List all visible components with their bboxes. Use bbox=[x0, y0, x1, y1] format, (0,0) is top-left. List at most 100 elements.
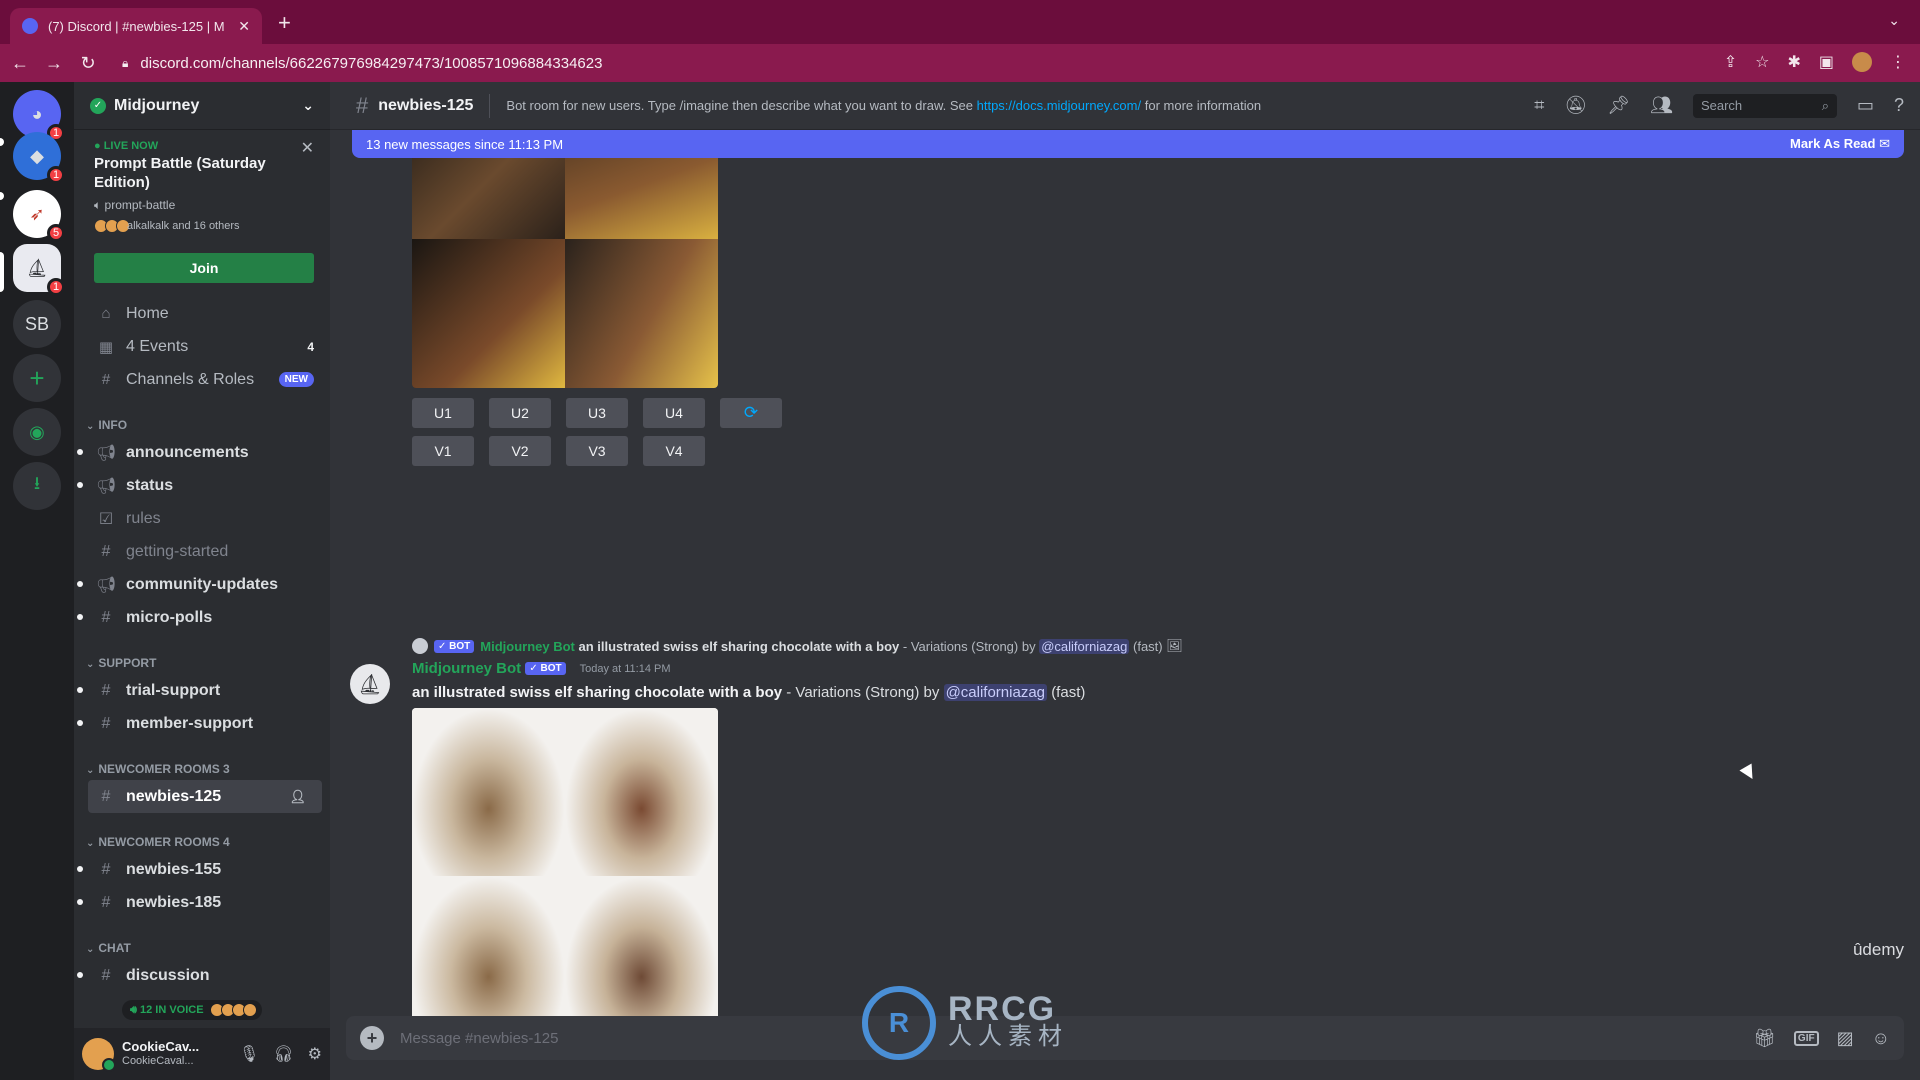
reroll-icon[interactable]: ⟳ bbox=[720, 398, 782, 428]
mute-mic-icon[interactable]: 🎙︎ bbox=[239, 1044, 259, 1064]
channel-status[interactable]: 📢︎ status bbox=[74, 469, 330, 502]
channel-member-support[interactable]: # member-support bbox=[74, 707, 330, 740]
variation-button-v3[interactable]: V3 bbox=[566, 436, 628, 466]
server-rail: ◕ 1 ◆ 1 ➶ 5 ⛵︎ 1 SB + ◉ ⭳ bbox=[0, 82, 74, 1080]
chat-area: # newbies-125 Bot room for new users. Ty… bbox=[330, 82, 1920, 1080]
member-list-icon[interactable]: 👥︎ bbox=[1650, 95, 1673, 116]
reply-mention[interactable]: @californiazag bbox=[1039, 638, 1130, 654]
explore-compass-icon[interactable]: ◉ bbox=[13, 408, 61, 456]
attach-plus-icon[interactable]: + bbox=[360, 1026, 384, 1050]
search-input[interactable]: Search ⌕ bbox=[1692, 93, 1837, 118]
upscale-button-u3[interactable]: U3 bbox=[566, 398, 628, 428]
emoji-icon[interactable]: ☺ bbox=[1872, 1028, 1890, 1049]
settings-gear-icon[interactable]: ⚙ bbox=[308, 1044, 322, 1064]
channel-newbies-125[interactable]: # newbies-125 👤︎ bbox=[88, 780, 322, 813]
channel-trial-support[interactable]: # trial-support bbox=[74, 674, 330, 707]
threads-icon[interactable]: ⌗ bbox=[1534, 95, 1544, 116]
pin-icon[interactable]: 📌︎ bbox=[1607, 95, 1630, 116]
bookmark-star-icon[interactable]: ☆ bbox=[1755, 52, 1769, 72]
sticker-icon[interactable]: ▨ bbox=[1837, 1028, 1854, 1049]
message-input[interactable]: Message #newbies-125 bbox=[400, 1030, 558, 1047]
nav-events[interactable]: ▦ 4 Events 4 bbox=[74, 330, 330, 363]
sidepanel-icon[interactable]: ▣ bbox=[1819, 52, 1834, 72]
message-composer[interactable]: + Message #newbies-125 🎁︎ GIF ▨ ☺ bbox=[346, 1016, 1904, 1060]
hash-icon: # bbox=[356, 92, 369, 118]
inbox-icon[interactable]: ▭ bbox=[1857, 95, 1874, 116]
back-arrow-icon[interactable]: ← bbox=[6, 53, 34, 74]
join-button[interactable]: Join bbox=[94, 253, 314, 283]
reload-icon[interactable]: ↻ bbox=[74, 53, 102, 74]
headphones-icon[interactable]: 🎧︎ bbox=[273, 1044, 293, 1064]
category-support[interactable]: SUPPORT bbox=[74, 644, 330, 674]
user-avatar[interactable] bbox=[82, 1038, 116, 1072]
close-tab-icon[interactable]: ✕ bbox=[238, 18, 250, 35]
gif-icon[interactable]: GIF bbox=[1793, 1030, 1819, 1046]
mark-as-read-button[interactable]: Mark As Read ✉︎ bbox=[1790, 136, 1890, 152]
browser-tab[interactable]: (7) Discord | #newbies-125 | M ✕ bbox=[10, 8, 262, 44]
category-newcomer-rooms-3[interactable]: NEWCOMER ROOMS 3 bbox=[74, 750, 330, 780]
category-chat[interactable]: CHAT bbox=[74, 929, 330, 959]
midjourney-server-icon[interactable]: ⛵︎ 1 bbox=[13, 244, 65, 296]
generated-image-grid[interactable] bbox=[412, 708, 718, 1030]
upscale-button-u2[interactable]: U2 bbox=[489, 398, 551, 428]
hash-icon: # bbox=[101, 608, 111, 626]
user-mention[interactable]: @californiazag bbox=[943, 684, 1048, 701]
nav-channels-roles[interactable]: # Channels & Roles NEW bbox=[74, 363, 330, 396]
notification-mute-icon[interactable]: 🔕︎ bbox=[1564, 95, 1587, 116]
nav-home[interactable]: ⌂ Home bbox=[74, 297, 330, 330]
reply-speed: (fast) bbox=[1133, 638, 1163, 654]
help-icon[interactable]: ? bbox=[1894, 95, 1904, 116]
channel-getting-started[interactable]: # getting-started bbox=[74, 535, 330, 568]
channel-newbies-155[interactable]: # newbies-155 bbox=[74, 853, 330, 886]
new-tab-button[interactable]: + bbox=[278, 10, 291, 36]
extensions-icon[interactable]: ✱ bbox=[1787, 52, 1800, 72]
image-tile bbox=[565, 239, 718, 388]
share-icon[interactable]: ⇪ bbox=[1724, 52, 1737, 72]
image-icon: 🖼︎ bbox=[1166, 638, 1183, 653]
channel-rules[interactable]: ☑ rules bbox=[74, 502, 330, 535]
docs-link[interactable]: https://docs.midjourney.com/ bbox=[977, 98, 1142, 113]
voice-count-pill[interactable]: 🔊︎ 12 IN VOICE bbox=[122, 1000, 262, 1020]
bot-avatar[interactable]: ⛵︎ bbox=[350, 664, 390, 704]
upscale-button-u1[interactable]: U1 bbox=[412, 398, 474, 428]
channel-newbies-185[interactable]: # newbies-185 bbox=[74, 886, 330, 919]
reply-reference[interactable]: ✓ BOT Midjourney Bot an illustrated swis… bbox=[412, 638, 1183, 654]
variation-button-v4[interactable]: V4 bbox=[643, 436, 705, 466]
upscale-button-u4[interactable]: U4 bbox=[643, 398, 705, 428]
tab-search-chevron-icon[interactable]: ⌄ bbox=[1888, 12, 1900, 29]
gift-icon[interactable]: 🎁︎ bbox=[1753, 1028, 1776, 1049]
chevron-down-icon: ⌄ bbox=[302, 97, 314, 113]
calendar-icon: ▦ bbox=[98, 338, 114, 356]
user-name-block[interactable]: CookieCav... CookieCaval... bbox=[122, 1039, 199, 1069]
channel-community-updates[interactable]: 📢︎ community-updates bbox=[74, 568, 330, 601]
invite-member-icon[interactable]: 👤︎ bbox=[289, 789, 306, 805]
server-header[interactable]: ✓ Midjourney ⌄ bbox=[74, 82, 330, 130]
new-messages-bar[interactable]: 13 new messages since 11:13 PM Mark As R… bbox=[352, 130, 1904, 158]
url-field[interactable]: 🔒︎ discord.com/channels/66226797698429747… bbox=[122, 55, 602, 72]
search-icon: ⌕ bbox=[1821, 97, 1829, 113]
stage-channel[interactable]: 🔈︎ prompt-battle bbox=[94, 198, 314, 213]
announcement-icon: 📢︎ bbox=[96, 576, 117, 594]
reply-author: Midjourney Bot bbox=[480, 638, 575, 654]
download-icon[interactable]: ⭳ bbox=[13, 462, 61, 510]
unread-dot bbox=[77, 720, 83, 726]
message-author[interactable]: Midjourney Bot bbox=[412, 660, 521, 677]
variation-button-v2[interactable]: V2 bbox=[489, 436, 551, 466]
add-server-icon[interactable]: + bbox=[13, 354, 61, 402]
channel-discussion[interactable]: # discussion bbox=[74, 959, 330, 992]
close-icon[interactable]: ✕ bbox=[301, 138, 314, 158]
generated-image-grid[interactable] bbox=[412, 130, 718, 388]
channel-announcements[interactable]: 📢︎ announcements bbox=[74, 436, 330, 469]
server-icon[interactable]: ➶ 5 bbox=[13, 190, 65, 242]
browser-tab-title: (7) Discord | #newbies-125 | M bbox=[48, 18, 225, 34]
category-newcomer-rooms-4[interactable]: NEWCOMER ROOMS 4 bbox=[74, 823, 330, 853]
forward-arrow-icon[interactable]: → bbox=[40, 53, 68, 74]
server-icon-sb[interactable]: SB bbox=[13, 300, 61, 348]
channel-micro-polls[interactable]: # micro-polls bbox=[74, 601, 330, 634]
browser-menu-icon[interactable]: ⋮ bbox=[1890, 52, 1906, 72]
server-icon[interactable]: ◆ 1 bbox=[13, 132, 65, 184]
discord-home-icon[interactable]: ◕ 1 bbox=[13, 90, 65, 142]
category-info[interactable]: INFO bbox=[74, 406, 330, 436]
profile-avatar[interactable] bbox=[1852, 52, 1872, 72]
variation-button-v1[interactable]: V1 bbox=[412, 436, 474, 466]
